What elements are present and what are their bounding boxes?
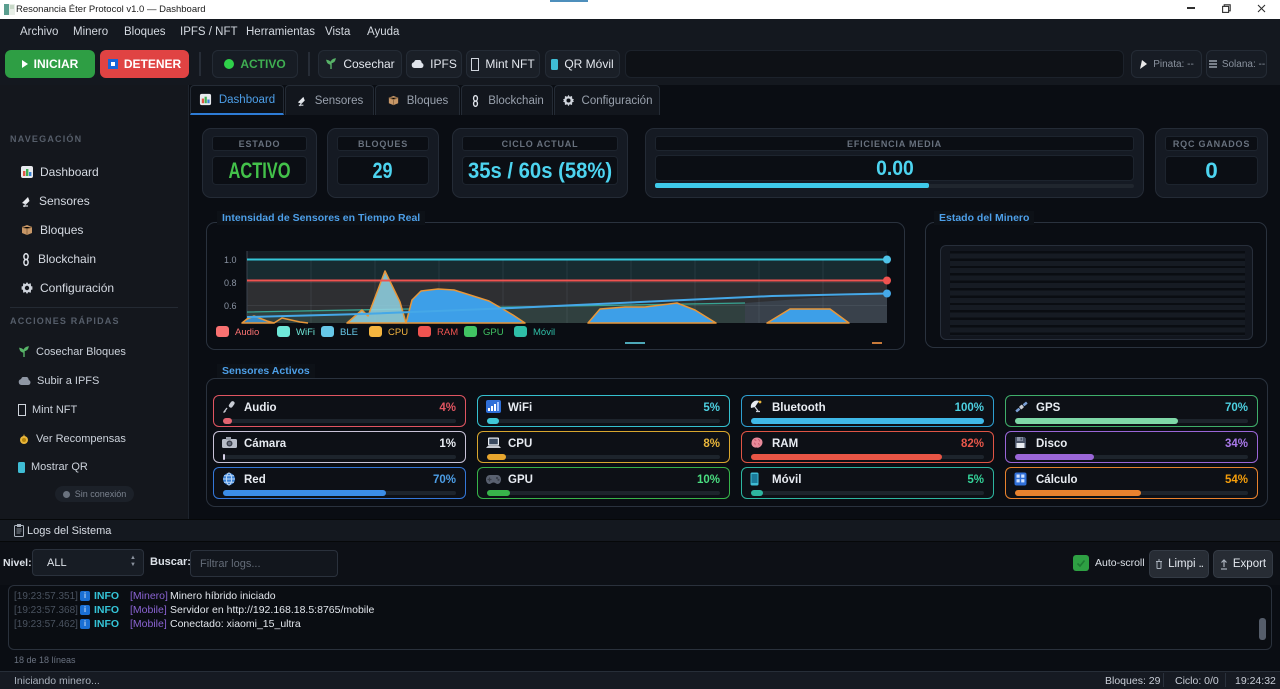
svg-text:0.6: 0.6 bbox=[224, 301, 237, 311]
svg-text:0.8: 0.8 bbox=[224, 278, 237, 288]
svg-text:1.0: 1.0 bbox=[224, 255, 237, 265]
